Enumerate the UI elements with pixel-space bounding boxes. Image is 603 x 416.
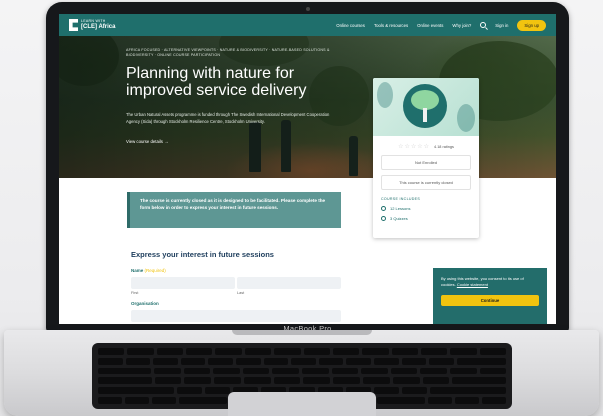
cookie-banner: By using this website, you consent to it… [433, 268, 547, 324]
logo-bottom-text: [CLE] Africa [81, 23, 116, 30]
lessons-icon [381, 206, 386, 211]
laptop-hinge [232, 330, 372, 335]
cookie-text: By using this website, you consent to it… [441, 276, 524, 287]
lessons-item[interactable]: 12 Lessons [381, 206, 471, 211]
organisation-input[interactable] [131, 310, 341, 322]
organisation-label: Organisation [131, 301, 159, 306]
nav-why-join[interactable]: Why join? [452, 23, 471, 28]
hero-banner: AFRICA FOCUSED · ALTERNATIVE VIEWPOINTS … [59, 36, 556, 178]
camera-icon [305, 7, 310, 11]
laptop-screen: LEARN WITH [CLE] Africa Online courses T… [59, 14, 556, 324]
first-name-label: First [131, 291, 139, 295]
main-nav: Online courses Tools & resources Online … [336, 19, 546, 31]
course-description: The Urban Natural Assets programme is fu… [126, 112, 330, 124]
course-tags: AFRICA FOCUSED · ALTERNATIVE VIEWPOINTS … [126, 48, 330, 58]
first-name-input[interactable] [131, 277, 235, 289]
quizzes-label: 3 Quizzes [390, 216, 408, 221]
cookie-statement-link[interactable]: Cookie statement [457, 282, 488, 287]
nav-online-courses[interactable]: Online courses [336, 23, 365, 28]
site-logo[interactable]: LEARN WITH [CLE] Africa [69, 19, 115, 31]
nav-tools-resources[interactable]: Tools & resources [374, 23, 408, 28]
quizzes-item[interactable]: 3 Quizzes [381, 216, 471, 221]
course-image [373, 78, 479, 136]
nav-sign-in[interactable]: Sign in [495, 23, 508, 28]
search-icon[interactable] [480, 22, 487, 28]
nav-online-events[interactable]: Online events [417, 23, 443, 28]
view-course-details-link[interactable]: View course details → [126, 139, 168, 144]
course-card: ☆☆☆☆☆ 4.18 ratings Not Enrolled This cou… [373, 78, 479, 238]
required-mark: (Required) [144, 268, 166, 273]
star-rating-icon: ☆☆☆☆☆ [398, 144, 431, 150]
site-header: LEARN WITH [CLE] Africa Online courses T… [59, 14, 556, 36]
course-rating: ☆☆☆☆☆ 4.18 ratings [373, 143, 479, 150]
lessons-label: 12 Lessons [390, 206, 411, 211]
cookie-continue-button[interactable]: Continue [441, 295, 539, 306]
page-title: Planning with nature for improved servic… [126, 65, 307, 99]
course-closed-notice: The course is currently closed as it is … [127, 192, 341, 228]
course-includes-heading: COURSE INCLUDES [381, 197, 421, 201]
laptop-trackpad [228, 392, 376, 416]
last-name-label: Last [237, 291, 245, 295]
name-label: Name (Required) [131, 268, 166, 273]
rating-count: 4.18 ratings [434, 144, 454, 149]
interest-form-title: Express your interest in future sessions [131, 250, 274, 259]
sign-up-button[interactable]: Sign up [517, 19, 546, 31]
course-status: This course is currently closed [381, 175, 471, 190]
logo-icon [69, 19, 78, 31]
last-name-input[interactable] [237, 277, 341, 289]
enrollment-status: Not Enrolled [381, 155, 471, 170]
quizzes-icon [381, 216, 386, 221]
laptop-lid: LEARN WITH [CLE] Africa Online courses T… [46, 2, 569, 333]
